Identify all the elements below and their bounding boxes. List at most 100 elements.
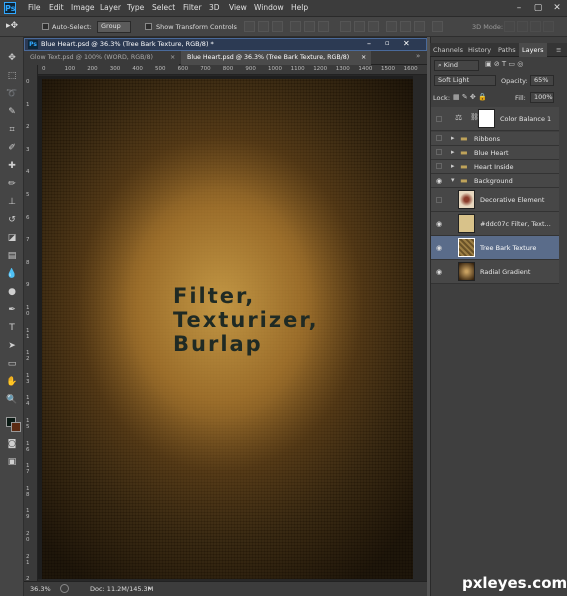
tab-close-icon[interactable]: × — [361, 51, 366, 65]
menu-type[interactable]: Type — [127, 3, 144, 12]
restore-icon[interactable]: ▢ — [531, 2, 545, 14]
tab-history[interactable]: History — [468, 46, 491, 54]
distribute-left-icon[interactable] — [386, 21, 397, 32]
eye-icon[interactable]: ◉ — [434, 267, 444, 277]
fill-input[interactable]: 100% — [530, 92, 554, 103]
tab-layers[interactable]: Layers — [519, 43, 547, 57]
hand-icon[interactable]: ✋ — [5, 375, 19, 389]
visibility-toggle-off[interactable] — [436, 197, 442, 203]
eye-icon[interactable]: ◉ — [434, 176, 444, 186]
auto-align-icon[interactable] — [432, 21, 443, 32]
3d-pan-icon[interactable] — [530, 21, 541, 32]
tab-close-icon[interactable]: × — [170, 51, 175, 65]
visibility-toggle-off[interactable] — [436, 116, 442, 122]
menu-file[interactable]: File — [28, 3, 41, 12]
pen-icon[interactable]: ✒ — [5, 303, 19, 317]
tab-paths[interactable]: Paths — [498, 46, 516, 54]
eyedropper-icon[interactable]: ✐ — [5, 141, 19, 155]
crop-icon[interactable]: ⌗ — [5, 123, 19, 137]
filter-icons[interactable]: ▣ ⊘ T ▭ ◎ — [485, 60, 523, 68]
layer-row-background-group[interactable]: ◉ ▾ ▬ Background — [431, 174, 559, 188]
align-top-icon[interactable] — [244, 21, 255, 32]
3d-roll-icon[interactable] — [517, 21, 528, 32]
shape-icon[interactable]: ▭ — [5, 357, 19, 371]
brush-icon[interactable]: ✏ — [5, 177, 19, 191]
visibility-toggle-off[interactable] — [436, 135, 442, 141]
visibility-toggle-off[interactable] — [436, 163, 442, 169]
layer-filter-kind[interactable]: ⌕ Kind — [434, 60, 479, 71]
status-menu-arrow-icon[interactable]: ▸ — [148, 584, 152, 592]
3d-rotate-icon[interactable] — [504, 21, 515, 32]
lasso-icon[interactable]: ➰ — [5, 87, 19, 101]
menu-window[interactable]: Window — [254, 3, 284, 12]
doc-restore-icon[interactable]: ▫ — [385, 39, 390, 47]
layer-row-color-balance[interactable]: ⚖ ⛓ Color Balance 1 — [431, 107, 559, 131]
move-icon[interactable]: ✥ — [5, 51, 19, 65]
zoom-level[interactable]: 36.3% — [30, 585, 51, 593]
menu-select[interactable]: Select — [152, 3, 175, 12]
distribute-top-icon[interactable] — [340, 21, 351, 32]
distribute-right-icon[interactable] — [414, 21, 425, 32]
layer-row-blue-heart[interactable]: ▸ ▬ Blue Heart — [431, 146, 559, 160]
distribute-bottom-icon[interactable] — [368, 21, 379, 32]
align-bottom-icon[interactable] — [272, 21, 283, 32]
blend-mode-select[interactable]: Soft Light — [434, 75, 496, 86]
doc-close-icon[interactable]: ✕ — [403, 39, 410, 48]
panel-menu-icon[interactable]: ≡ — [556, 46, 561, 54]
clone-stamp-icon[interactable]: ⊥ — [5, 195, 19, 209]
history-brush-icon[interactable]: ↺ — [5, 213, 19, 227]
move-tool-icon[interactable]: ▸✥ — [6, 21, 18, 31]
lock-icons[interactable]: ▦ ✎ ✥ 🔒 — [453, 93, 487, 101]
distribute-vcenter-icon[interactable] — [354, 21, 365, 32]
dodge-icon[interactable]: ● — [5, 285, 19, 299]
marquee-icon[interactable]: ⬚ — [5, 69, 19, 83]
doc-minimize-icon[interactable]: – — [367, 39, 371, 48]
layer-row-heart-inside[interactable]: ▸ ▬ Heart Inside — [431, 160, 559, 174]
zoom-icon[interactable]: 🔍 — [5, 393, 19, 407]
canvas-text-layer[interactable]: Filter, Texturizer, Burlap — [173, 284, 319, 356]
document-window-titlebar[interactable]: Ps Blue Heart.psd @ 36.3% (Tree Bark Tex… — [24, 38, 427, 51]
opacity-input[interactable]: 65% — [530, 75, 554, 86]
eraser-icon[interactable]: ◪ — [5, 231, 19, 245]
auto-select-dropdown[interactable]: Group — [97, 21, 131, 33]
gradient-icon[interactable]: ▤ — [5, 249, 19, 263]
tab-blue-heart[interactable]: Blue Heart.psd @ 36.3% (Tree Bark Textur… — [181, 51, 371, 65]
close-icon[interactable]: ✕ — [550, 2, 564, 14]
quick-select-icon[interactable]: ✎ — [5, 105, 19, 119]
background-color-swatch[interactable] — [11, 422, 21, 432]
quick-mask-icon[interactable]: ◙ — [5, 437, 19, 451]
expand-arrow-icon[interactable]: ▸ — [451, 134, 455, 142]
menu-image[interactable]: Image — [71, 3, 95, 12]
expand-arrow-icon[interactable]: ▸ — [451, 162, 455, 170]
layer-row-tree-bark-texture[interactable]: ◉ Tree Bark Texture — [431, 236, 559, 260]
eye-icon[interactable]: ◉ — [434, 243, 444, 253]
minimize-icon[interactable]: – — [512, 2, 526, 14]
type-icon[interactable]: T — [5, 321, 19, 335]
menu-3d[interactable]: 3D — [209, 3, 220, 12]
expand-arrow-icon[interactable]: ▸ — [451, 148, 455, 156]
layer-row-decorative-element[interactable]: Decorative Element — [431, 188, 559, 212]
collapse-arrow-icon[interactable]: ▾ — [451, 176, 455, 184]
layer-row-radial-gradient[interactable]: ◉ Radial Gradient — [431, 260, 559, 284]
3d-slide-icon[interactable] — [543, 21, 554, 32]
path-select-icon[interactable]: ➤ — [5, 339, 19, 353]
visibility-toggle-off[interactable] — [436, 149, 442, 155]
auto-select-checkbox[interactable] — [42, 23, 49, 30]
align-right-icon[interactable] — [318, 21, 329, 32]
eye-icon[interactable]: ◉ — [434, 219, 444, 229]
status-info-icon[interactable] — [60, 584, 69, 593]
healing-brush-icon[interactable]: ✚ — [5, 159, 19, 173]
screen-mode-icon[interactable]: ▣ — [5, 455, 19, 469]
transform-controls-checkbox[interactable] — [145, 23, 152, 30]
menu-help[interactable]: Help — [291, 3, 308, 12]
menu-edit[interactable]: Edit — [49, 3, 64, 12]
align-hcenter-icon[interactable] — [304, 21, 315, 32]
distribute-hcenter-icon[interactable] — [400, 21, 411, 32]
tab-channels[interactable]: Channels — [433, 46, 463, 54]
align-left-icon[interactable] — [290, 21, 301, 32]
align-vcenter-icon[interactable] — [258, 21, 269, 32]
document-canvas[interactable]: Filter, Texturizer, Burlap — [42, 79, 413, 579]
tabs-overflow-icon[interactable]: » — [416, 52, 420, 60]
layer-row-text[interactable]: ◉ #ddc07c Filter, Text... — [431, 212, 559, 236]
tab-glow-text[interactable]: Glow Text.psd @ 100% (WORD, RGB/8) × — [24, 51, 179, 65]
